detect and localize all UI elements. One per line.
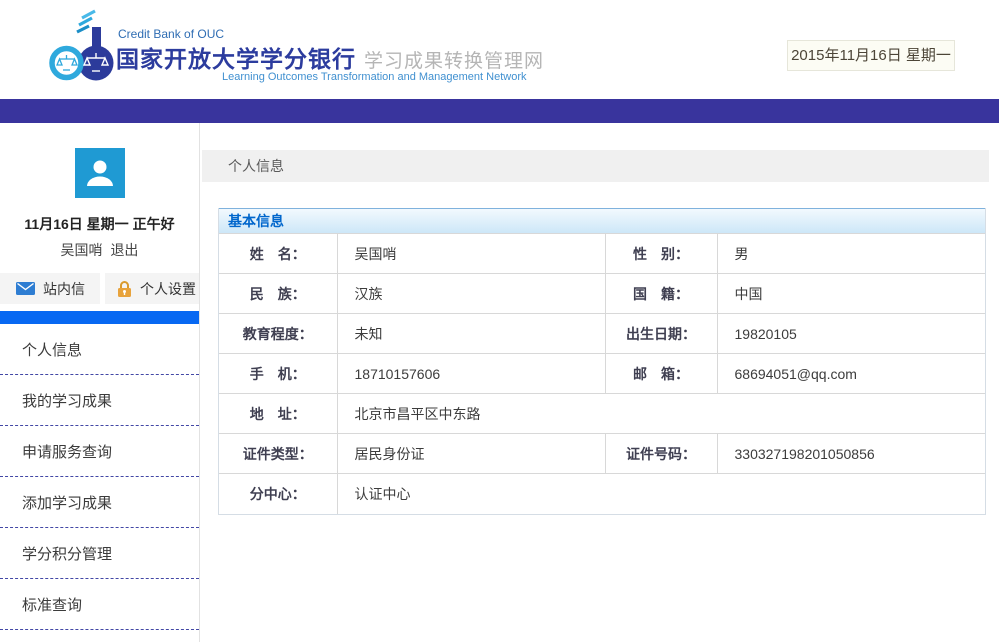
email-label: 邮 箱： xyxy=(605,354,717,394)
table-row: 姓 名： 吴国哨 性 别： 男 xyxy=(219,234,985,274)
name-value: 吴国哨 xyxy=(337,234,605,274)
sidebar-accent-strip xyxy=(0,311,199,324)
subcenter-value: 认证中心 xyxy=(337,474,985,514)
logo-english-name: Credit Bank of OUC xyxy=(118,27,224,41)
page: Credit Bank of OUC 国家开放大学学分银行学习成果转换管理网 L… xyxy=(0,0,999,642)
site-subtitle-english: Learning Outcomes Transformation and Man… xyxy=(222,71,527,83)
id-type-value: 居民身份证 xyxy=(337,434,605,474)
basic-info-table: 姓 名： 吴国哨 性 别： 男 民 族： 汉族 国 籍： 中国 教育程度： 未知 xyxy=(219,233,985,514)
site-header: Credit Bank of OUC 国家开放大学学分银行学习成果转换管理网 L… xyxy=(0,0,999,99)
nationality-label: 国 籍： xyxy=(605,274,717,314)
sidebar-item-standard-query[interactable]: 标准查询 xyxy=(0,579,199,630)
user-avatar xyxy=(75,148,125,198)
mail-icon xyxy=(16,282,35,295)
messages-button-label: 站内信 xyxy=(43,279,85,299)
top-navbar xyxy=(0,99,999,123)
id-number-value: 330327198201050856 xyxy=(717,434,985,474)
mobile-label: 手 机： xyxy=(219,354,337,394)
messages-button[interactable]: 站内信 xyxy=(0,273,100,304)
table-row: 地 址： 北京市昌平区中东路 xyxy=(219,394,985,434)
logout-link[interactable]: 退出 xyxy=(110,242,138,258)
sidebar: 11月16日 星期一 正午好 吴国哨 退出 站内信 xyxy=(0,123,200,642)
ethnicity-value: 汉族 xyxy=(337,274,605,314)
user-name: 吴国哨 xyxy=(61,242,103,258)
id-number-label: 证件号码： xyxy=(605,434,717,474)
table-row: 民 族： 汉族 国 籍： 中国 xyxy=(219,274,985,314)
lock-icon xyxy=(117,280,132,298)
sidebar-menu: 个人信息 我的学习成果 申请服务查询 添加学习成果 学分积分管理 标准查询 xyxy=(0,324,199,630)
table-row: 教育程度： 未知 出生日期： 19820105 xyxy=(219,314,985,354)
gender-label: 性 别： xyxy=(605,234,717,274)
table-row: 手 机： 18710157606 邮 箱： 68694051@qq.com xyxy=(219,354,985,394)
education-label: 教育程度： xyxy=(219,314,337,354)
credit-bank-logo-icon xyxy=(45,5,120,89)
person-icon xyxy=(83,156,117,190)
birthdate-value: 19820105 xyxy=(717,314,985,354)
sidebar-item-personal-info[interactable]: 个人信息 xyxy=(0,324,199,375)
table-row: 分中心： 认证中心 xyxy=(219,474,985,514)
gender-value: 男 xyxy=(717,234,985,274)
name-label: 姓 名： xyxy=(219,234,337,274)
birthdate-label: 出生日期： xyxy=(605,314,717,354)
nationality-value: 中国 xyxy=(717,274,985,314)
site-subtitle: 学习成果转换管理网 xyxy=(364,51,544,72)
address-label: 地 址： xyxy=(219,394,337,434)
email-value: 68694051@qq.com xyxy=(717,354,985,394)
sidebar-item-add-learning-outcomes[interactable]: 添加学习成果 xyxy=(0,477,199,528)
sidebar-item-credit-points-management[interactable]: 学分积分管理 xyxy=(0,528,199,579)
page-title: 个人信息 xyxy=(202,150,989,182)
education-value: 未知 xyxy=(337,314,605,354)
basic-info-panel: 基本信息 姓 名： 吴国哨 性 别： 男 民 族： 汉族 国 籍： 中国 xyxy=(218,208,986,515)
mobile-value: 18710157606 xyxy=(337,354,605,394)
current-date: 2015年11月16日 星期一 xyxy=(787,40,955,71)
sidebar-item-application-service-query[interactable]: 申请服务查询 xyxy=(0,426,199,477)
id-type-label: 证件类型： xyxy=(219,434,337,474)
ethnicity-label: 民 族： xyxy=(219,274,337,314)
personal-settings-button[interactable]: 个人设置 xyxy=(105,273,199,304)
site-title: 国家开放大学学分银行 xyxy=(116,46,356,72)
address-value: 北京市昌平区中东路 xyxy=(337,394,985,434)
table-row: 证件类型： 居民身份证 证件号码： 330327198201050856 xyxy=(219,434,985,474)
panel-title: 基本信息 xyxy=(219,208,985,233)
personal-settings-button-label: 个人设置 xyxy=(140,279,196,299)
subcenter-label: 分中心： xyxy=(219,474,337,514)
greeting-text: 11月16日 星期一 正午好 xyxy=(0,214,199,234)
sidebar-item-my-learning-outcomes[interactable]: 我的学习成果 xyxy=(0,375,199,426)
main-content: 个人信息 基本信息 姓 名： 吴国哨 性 别： 男 民 族： 汉族 国 籍： xyxy=(200,123,999,642)
